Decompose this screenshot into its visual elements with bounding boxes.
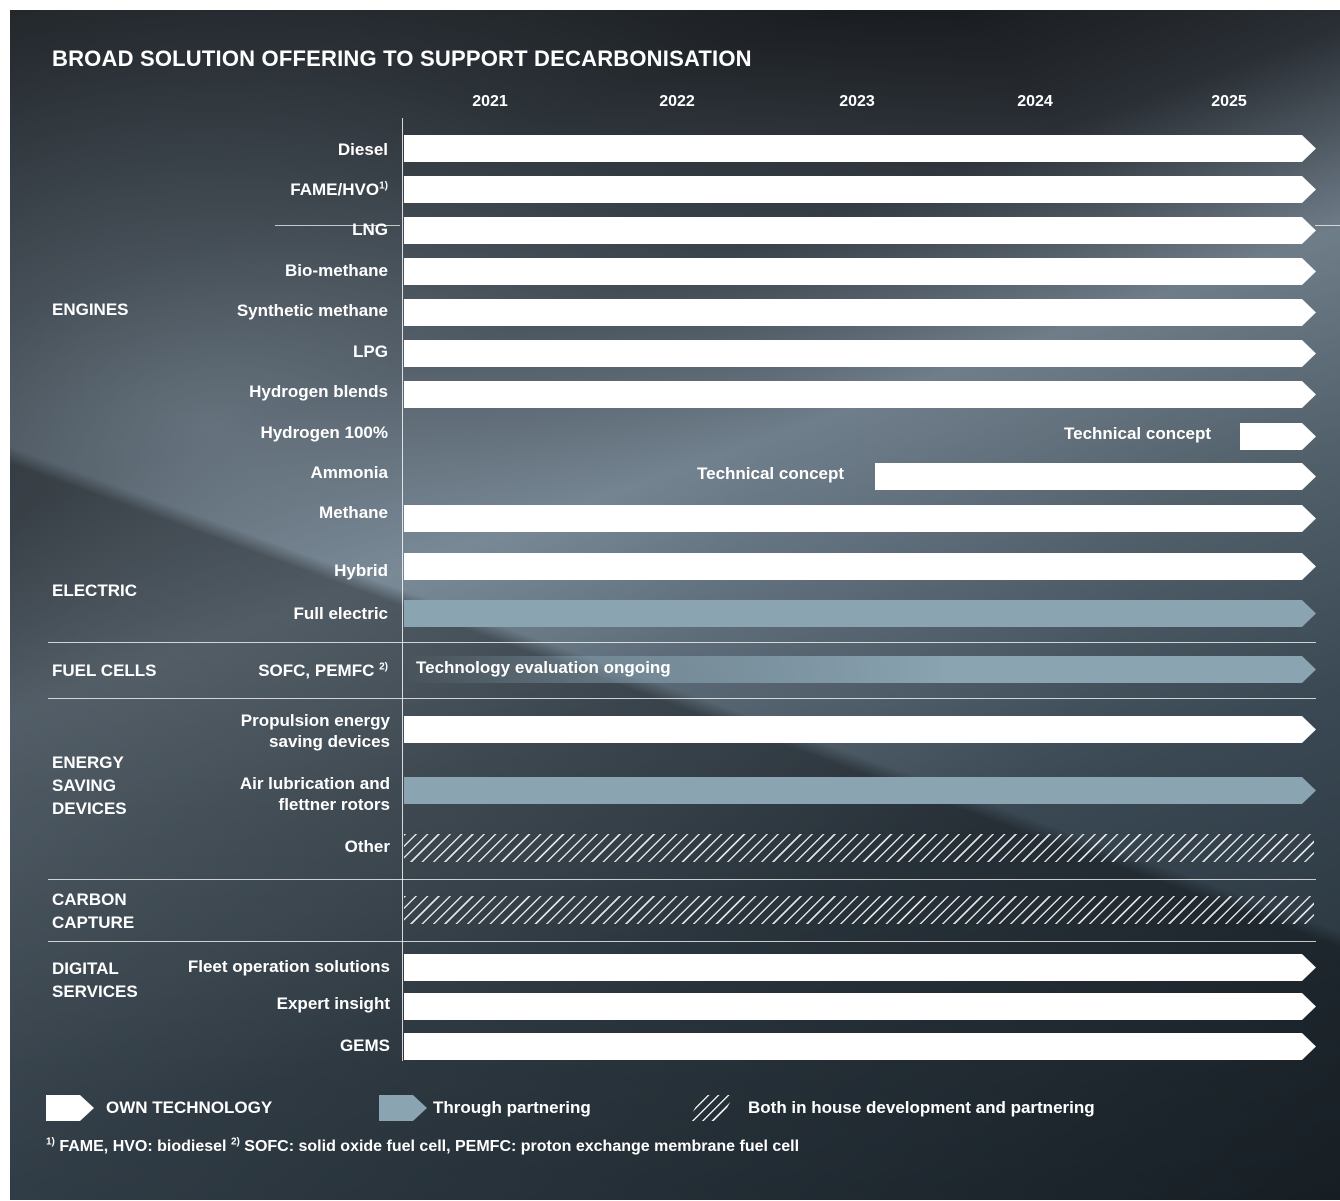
row-label-ammonia: Ammonia: [310, 463, 388, 482]
category-carbon-line1: CARBON: [52, 890, 127, 909]
year-label-2023: 2023: [839, 93, 875, 110]
row-label-other: Other: [344, 837, 390, 856]
category-digital-services: DIGITAL SERVICES: [52, 957, 138, 1003]
bar-synthetic-methane: [404, 299, 1316, 326]
note-hydrogen-technical-concept: Technical concept: [1064, 424, 1212, 443]
separator-carbon-digital: [48, 941, 1316, 942]
row-label-methane: Methane: [319, 503, 388, 522]
legend-partner-swatch: [379, 1095, 427, 1121]
footnote-text-2: SOFC: solid oxide fuel cell, PEMFC: prot…: [239, 1138, 800, 1155]
bar-propulsion-devices: [404, 716, 1316, 743]
row-label-lpg: LPG: [353, 342, 388, 361]
chart-title: BROAD SOLUTION OFFERING TO SUPPORT DECAR…: [52, 46, 752, 71]
row-label-full-electric: Full electric: [293, 604, 388, 623]
timeline-axis: [402, 118, 403, 1061]
bar-diesel: [404, 135, 1316, 162]
bar-lpg: [404, 340, 1316, 367]
bar-carbon-capture: [404, 896, 1314, 924]
footnote-sup-1: 1): [46, 1136, 55, 1148]
bar-hydrogen-blends: [404, 381, 1316, 408]
horizon-line-right: [1315, 225, 1340, 226]
category-energy-line2: SAVING: [52, 776, 116, 795]
row-label-fame-hvo: FAME/HVO1): [290, 179, 388, 200]
category-digital-line1: DIGITAL: [52, 959, 119, 978]
bar-ammonia: [875, 463, 1316, 490]
year-label-2021: 2021: [472, 93, 508, 110]
row-label-sofc-pemfc: SOFC, PEMFC 2): [258, 660, 388, 681]
bar-hybrid: [404, 553, 1316, 580]
bar-fleet-operation: [404, 954, 1316, 981]
category-carbon-line2: CAPTURE: [52, 913, 135, 932]
row-label-fleet-operation: Fleet operation solutions: [187, 957, 390, 976]
bar-methane: [404, 505, 1316, 532]
category-electric: ELECTRIC: [52, 581, 137, 600]
row-label-air-line1: Air lubrication and: [239, 774, 390, 793]
row-label-propulsion: Propulsion energy saving devices: [241, 710, 390, 752]
row-label-hydrogen-100: Hydrogen 100%: [260, 423, 388, 442]
chart-canvas: BROAD SOLUTION OFFERING TO SUPPORT DECAR…: [10, 10, 1340, 1200]
category-engines: ENGINES: [52, 300, 129, 319]
separator-fuelcells-energy: [48, 698, 1316, 699]
legend-own-swatch: [46, 1095, 94, 1121]
row-label-synthetic-methane: Synthetic methane: [236, 301, 388, 320]
row-label-gems: GEMS: [339, 1036, 390, 1055]
row-label-bio-methane: Bio-methane: [285, 261, 388, 280]
footnote-ref-1: 1): [379, 180, 388, 192]
row-label-propulsion-line2: saving devices: [269, 732, 390, 751]
bar-expert-insight: [404, 993, 1316, 1020]
row-label-fame-text: FAME/HVO: [290, 180, 380, 199]
bar-gems: [404, 1033, 1316, 1060]
legend-both-swatch: [688, 1095, 734, 1121]
category-energy-line3: DEVICES: [52, 799, 127, 818]
note-ammonia-technical-concept: Technical concept: [697, 464, 845, 483]
bar-lng: [404, 217, 1316, 244]
row-label-air-lubrication: Air lubrication and flettner rotors: [240, 773, 390, 815]
bar-bio-methane: [404, 258, 1316, 285]
category-energy-line1: ENERGY: [52, 753, 124, 772]
separator-electric-fuelcells: [48, 642, 1316, 643]
note-technology-evaluation: Technology evaluation ongoing: [416, 658, 671, 677]
row-label-sofc-text: SOFC, PEMFC: [258, 661, 380, 680]
legend-own-label: OWN TECHNOLOGY: [106, 1098, 273, 1117]
category-digital-line2: SERVICES: [52, 982, 138, 1001]
row-label-lng: LNG: [352, 220, 388, 239]
row-label-hybrid: Hybrid: [334, 561, 388, 580]
row-label-expert-insight: Expert insight: [276, 994, 390, 1013]
category-energy-saving: ENERGY SAVING DEVICES: [52, 751, 127, 820]
bar-air-lubrication: [404, 777, 1316, 804]
row-label-diesel: Diesel: [337, 140, 388, 159]
row-label-hydrogen-blends: Hydrogen blends: [249, 382, 388, 401]
row-label-air-line2: flettner rotors: [278, 795, 390, 814]
separator-energy-carbon: [48, 879, 1316, 880]
category-fuel-cells: FUEL CELLS: [52, 661, 157, 680]
footnote-ref-2: 2): [379, 661, 388, 673]
bar-fame-hvo: [404, 176, 1316, 203]
legend: OWN TECHNOLOGY Through partnering Both i…: [10, 1095, 1340, 1125]
footnote: 1) FAME, HVO: biodiesel 2) SOFC: solid o…: [46, 1136, 800, 1156]
year-label-2022: 2022: [659, 93, 695, 110]
bar-hydrogen-100: [1240, 423, 1316, 450]
footnote-text-1: FAME, HVO: biodiesel: [54, 1138, 231, 1155]
year-label-2024: 2024: [1017, 93, 1053, 110]
row-label-propulsion-line1: Propulsion energy: [240, 711, 390, 730]
category-carbon-capture: CARBON CAPTURE: [52, 888, 134, 934]
bar-full-electric: [404, 600, 1316, 627]
year-label-2025: 2025: [1211, 93, 1247, 110]
footnote-sup-2: 2): [230, 1136, 240, 1148]
legend-partner-label: Through partnering: [433, 1098, 591, 1117]
legend-both-label: Both in house development and partnering: [748, 1098, 1095, 1117]
bar-other: [404, 834, 1314, 862]
